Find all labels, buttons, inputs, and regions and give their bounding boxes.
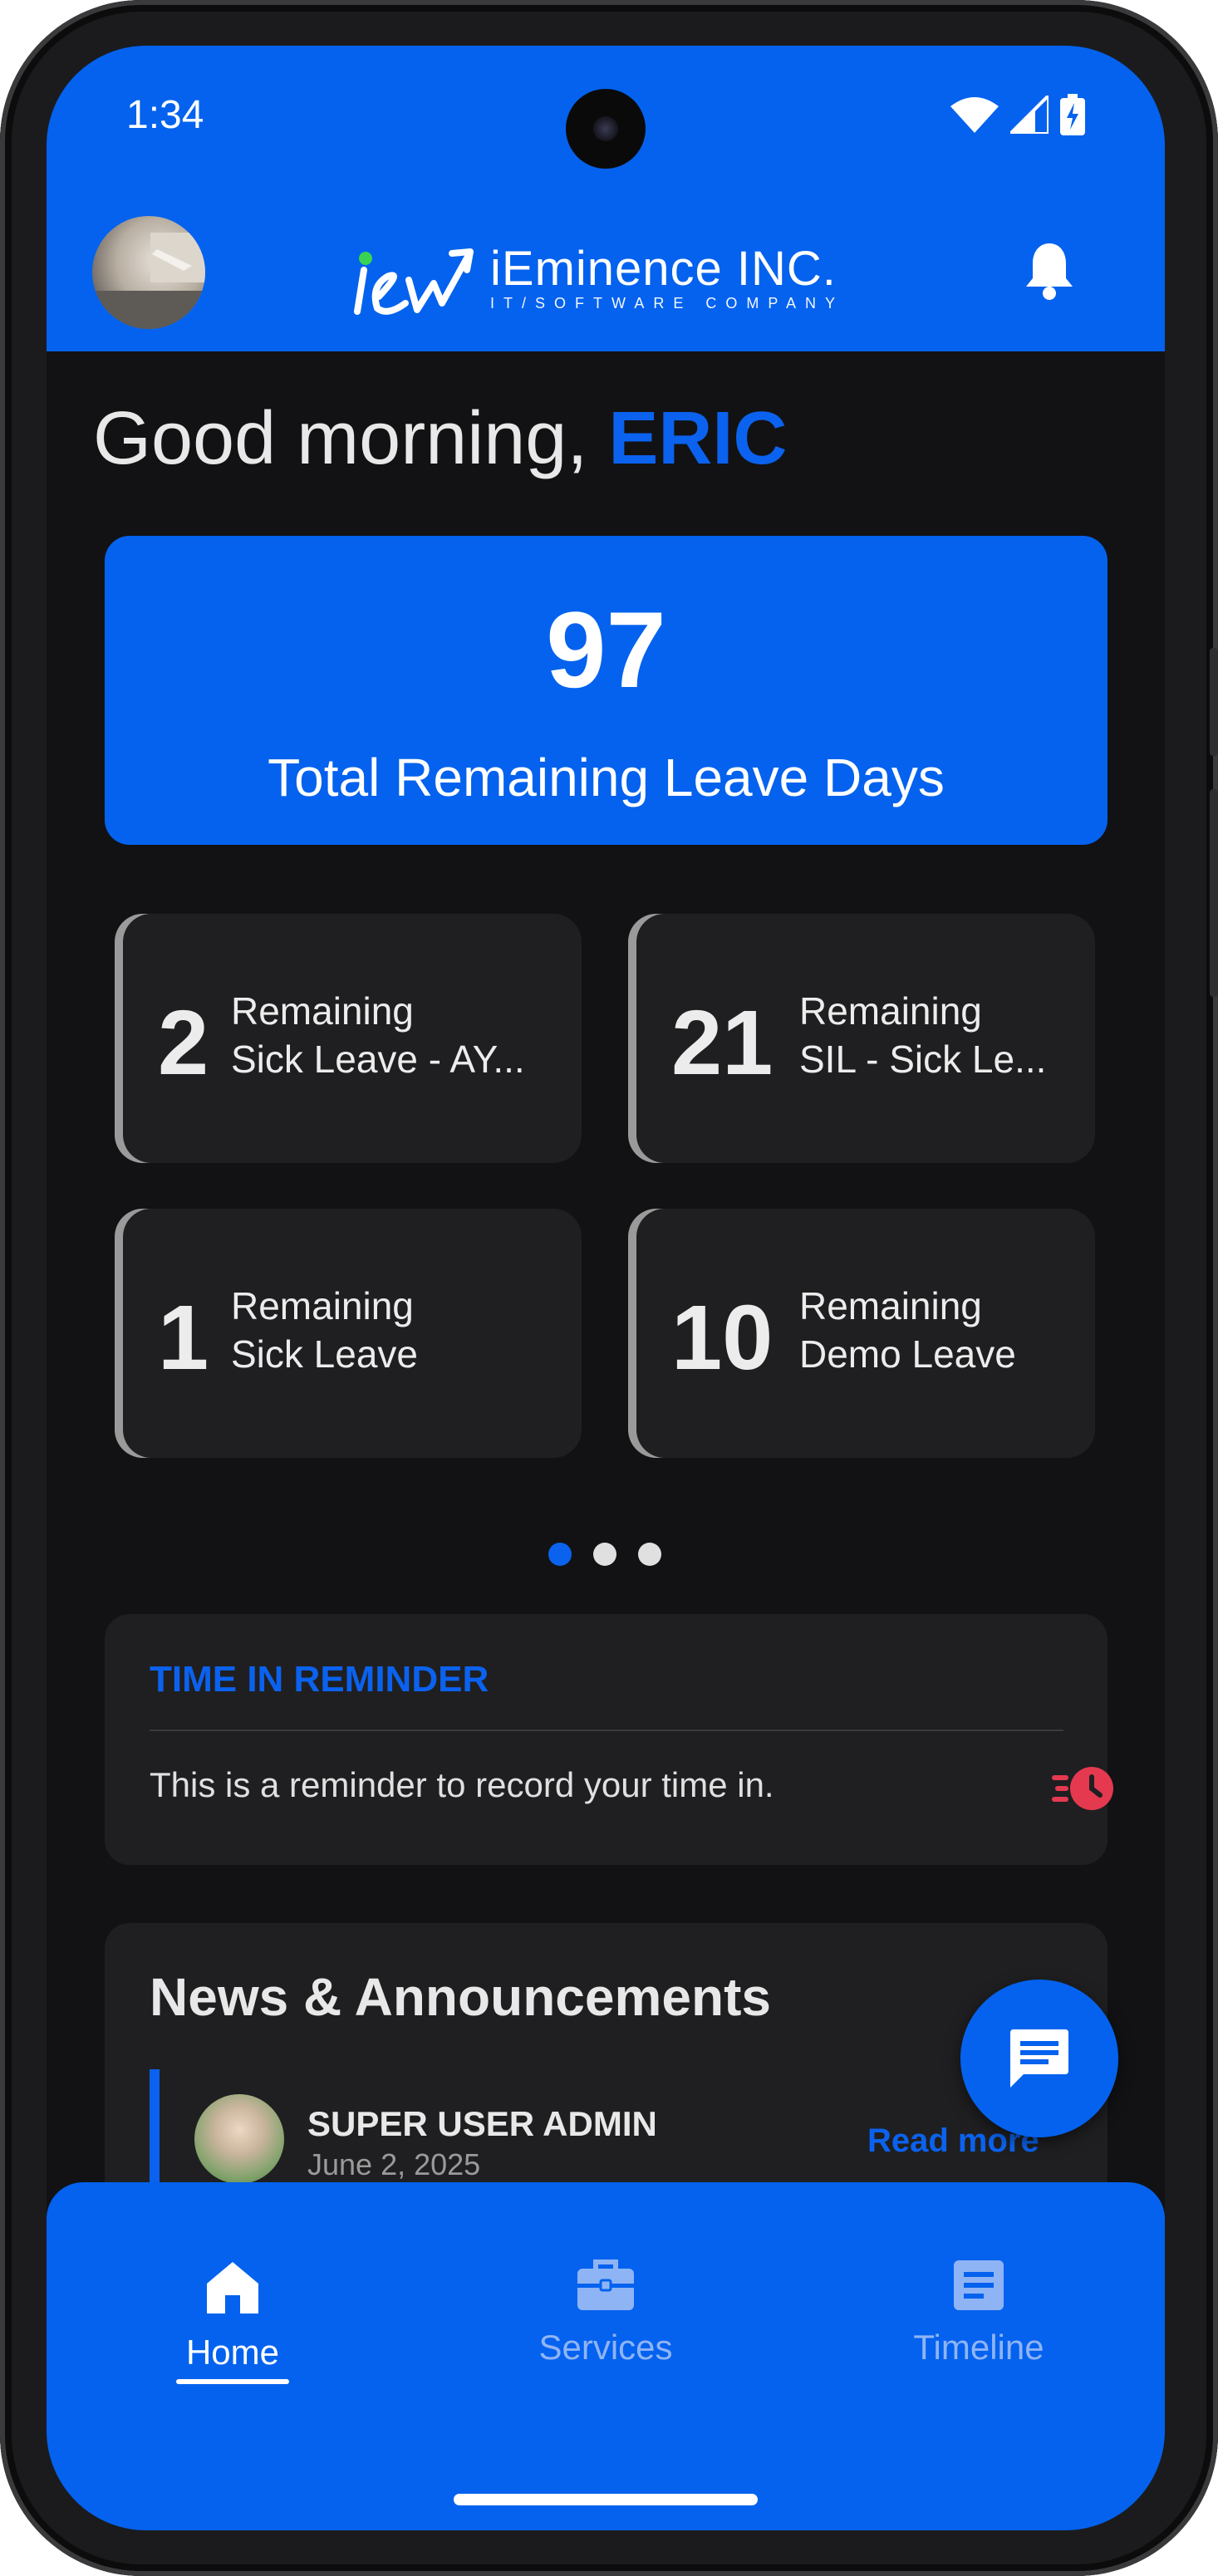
nav-home[interactable]: Home bbox=[108, 2259, 357, 2384]
leave-type: SIL - Sick Le... bbox=[799, 1038, 1047, 1081]
news-title: News & Announcements bbox=[150, 1967, 771, 2027]
news-author-avatar bbox=[194, 2094, 284, 2184]
nav-services[interactable]: Services bbox=[481, 2259, 730, 2367]
user-name: ERIC bbox=[608, 397, 788, 480]
total-leave-value: 97 bbox=[546, 589, 666, 710]
carousel-dot-active[interactable] bbox=[548, 1543, 572, 1566]
total-leave-card: 97 Total Remaining Leave Days bbox=[105, 536, 1107, 845]
leave-type: Demo Leave bbox=[799, 1332, 1016, 1376]
chat-icon bbox=[1010, 2029, 1068, 2088]
leave-count: 10 bbox=[671, 1287, 774, 1389]
home-icon bbox=[207, 2262, 258, 2313]
app-screen: 1:34 iEminence INC. IT/SOFTWARE COMPANY … bbox=[47, 46, 1165, 2530]
leave-label: Remaining Sick Leave - AY... bbox=[231, 987, 525, 1083]
home-indicator[interactable] bbox=[454, 2494, 758, 2505]
front-camera bbox=[566, 89, 646, 169]
divider bbox=[150, 1730, 1063, 1731]
leave-label-line: Remaining bbox=[799, 1284, 982, 1327]
time-in-reminder-card[interactable]: TIME IN REMINDER This is a reminder to r… bbox=[105, 1614, 1113, 1865]
brand-name: iEminence INC. bbox=[490, 241, 837, 296]
greeting-prefix: Good morning, bbox=[93, 397, 609, 480]
greeting: Good morning, ERIC bbox=[93, 396, 787, 482]
leave-count: 1 bbox=[158, 1287, 209, 1389]
leave-type: Sick Leave bbox=[231, 1332, 419, 1376]
nav-timeline-label: Timeline bbox=[913, 2328, 1044, 2367]
brand-tagline: IT/SOFTWARE COMPANY bbox=[490, 294, 845, 312]
notification-bell[interactable] bbox=[1023, 240, 1076, 304]
reminder-title: TIME IN REMINDER bbox=[150, 1659, 489, 1700]
app-header: 1:34 iEminence INC. IT/SOFTWARE COMPANY bbox=[47, 46, 1165, 351]
carousel-indicator bbox=[548, 1543, 661, 1566]
news-author: SUPER USER ADMIN bbox=[307, 2104, 657, 2143]
carousel-dot[interactable] bbox=[593, 1543, 616, 1566]
leave-count: 21 bbox=[671, 992, 774, 1094]
nav-services-label: Services bbox=[538, 2328, 673, 2367]
total-leave-label: Total Remaining Leave Days bbox=[268, 748, 945, 807]
carousel-dot[interactable] bbox=[638, 1543, 661, 1566]
logo-mark-icon bbox=[354, 248, 474, 315]
leave-count: 2 bbox=[158, 992, 209, 1094]
company-logo: iEminence INC. IT/SOFTWARE COMPANY bbox=[354, 233, 844, 324]
leave-label: Remaining SIL - Sick Le... bbox=[799, 987, 1046, 1083]
fast-clock-icon bbox=[1052, 1764, 1118, 1818]
status-time: 1:34 bbox=[126, 93, 204, 137]
leave-card[interactable]: 21 Remaining SIL - Sick Le... bbox=[628, 914, 1095, 1163]
leave-label-line: Remaining bbox=[231, 1284, 414, 1327]
news-date: June 2, 2025 bbox=[307, 2147, 481, 2181]
status-icons bbox=[950, 94, 1085, 135]
profile-avatar[interactable] bbox=[92, 216, 205, 329]
leave-label-line: Remaining bbox=[231, 989, 414, 1033]
chat-fab-button[interactable] bbox=[960, 1980, 1118, 2137]
leave-card[interactable]: 10 Remaining Demo Leave bbox=[628, 1209, 1095, 1458]
leave-label-line: Remaining bbox=[799, 989, 982, 1033]
nav-timeline[interactable]: Timeline bbox=[854, 2259, 1103, 2367]
nav-home-label: Home bbox=[185, 2333, 280, 2372]
leave-label: Remaining Sick Leave bbox=[231, 1282, 418, 1378]
wifi-icon bbox=[950, 97, 999, 133]
bottom-navigation: Home Services Timeline bbox=[47, 2182, 1165, 2530]
leave-card[interactable]: 1 Remaining Sick Leave bbox=[115, 1209, 582, 1458]
side-button bbox=[1210, 789, 1218, 997]
leave-type: Sick Leave - AY... bbox=[231, 1038, 525, 1081]
battery-icon bbox=[1060, 94, 1085, 135]
leave-card[interactable]: 2 Remaining Sick Leave - AY... bbox=[115, 914, 582, 1163]
reminder-text: This is a reminder to record your time i… bbox=[150, 1765, 774, 1804]
article-icon bbox=[954, 2260, 1004, 2310]
bell-icon bbox=[1026, 243, 1073, 300]
phone-frame: 1:34 iEminence INC. IT/SOFTWARE COMPANY … bbox=[0, 0, 1218, 2576]
signal-icon bbox=[1010, 96, 1049, 134]
nav-active-indicator bbox=[176, 2379, 289, 2384]
leave-label: Remaining Demo Leave bbox=[799, 1282, 1016, 1378]
avatar-photo bbox=[92, 233, 205, 329]
briefcase-icon bbox=[577, 2260, 634, 2310]
side-button bbox=[1210, 648, 1218, 756]
